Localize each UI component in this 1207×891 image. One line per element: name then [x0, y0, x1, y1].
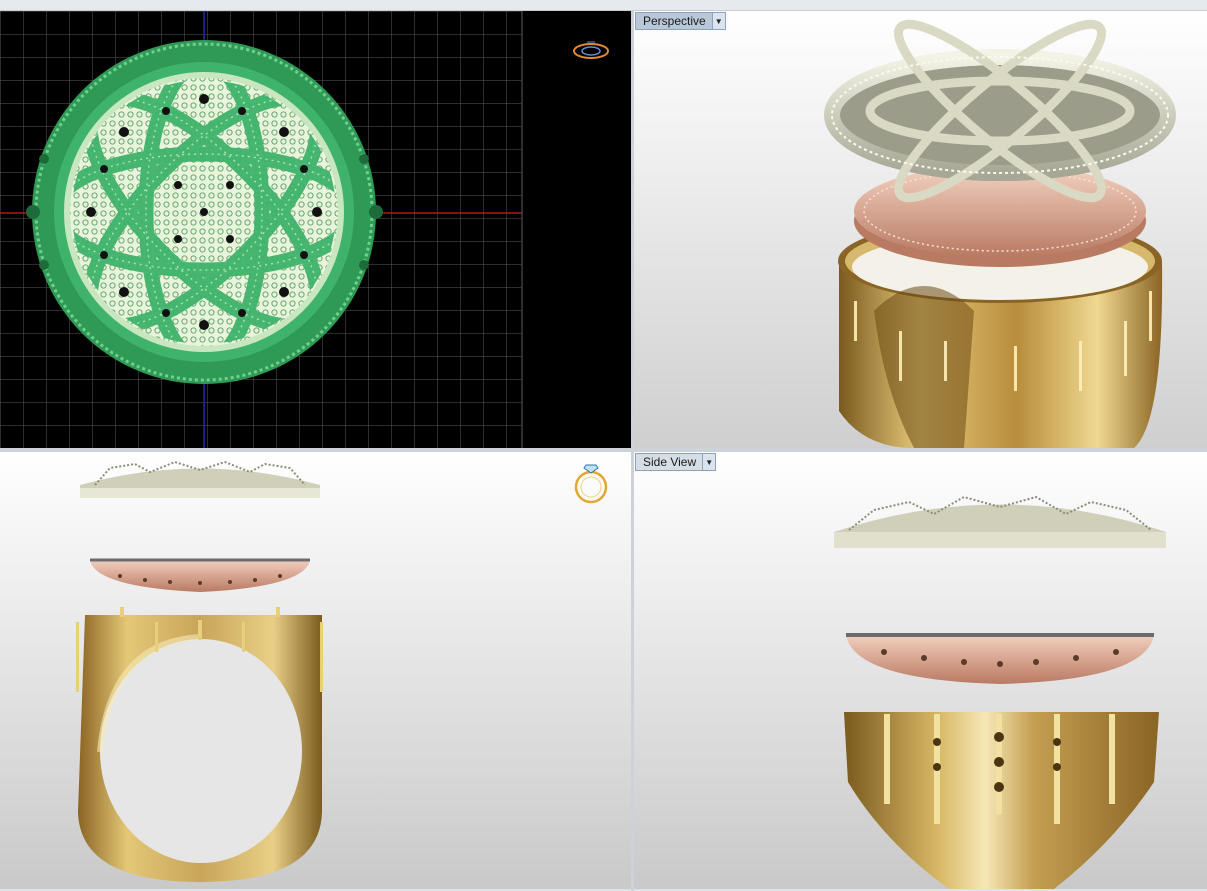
- top-viewport[interactable]: [0, 11, 631, 448]
- front-viewport[interactable]: [0, 452, 631, 889]
- viewport-divider-horizontal[interactable]: [0, 448, 1207, 452]
- silver-plate-front[interactable]: [80, 460, 320, 498]
- side-view-canvas[interactable]: [634, 452, 1207, 889]
- side-viewport[interactable]: Side View ▼: [634, 452, 1207, 889]
- front-view-canvas[interactable]: [0, 452, 631, 889]
- top-view-canvas[interactable]: [0, 11, 631, 448]
- ring-shank-side[interactable]: [844, 712, 1159, 889]
- rose-gold-disc-side[interactable]: [846, 633, 1154, 684]
- rose-gold-disc-front[interactable]: [90, 558, 310, 592]
- ring-top-view-icon: [573, 41, 609, 59]
- perspective-canvas[interactable]: [634, 11, 1207, 448]
- top-strip: [0, 0, 1207, 11]
- ring-shank-front[interactable]: [76, 607, 323, 882]
- perspective-viewport[interactable]: Perspective ▼: [634, 11, 1207, 448]
- ring-with-diamond-icon: [574, 464, 608, 504]
- silver-plate-side[interactable]: [834, 495, 1166, 548]
